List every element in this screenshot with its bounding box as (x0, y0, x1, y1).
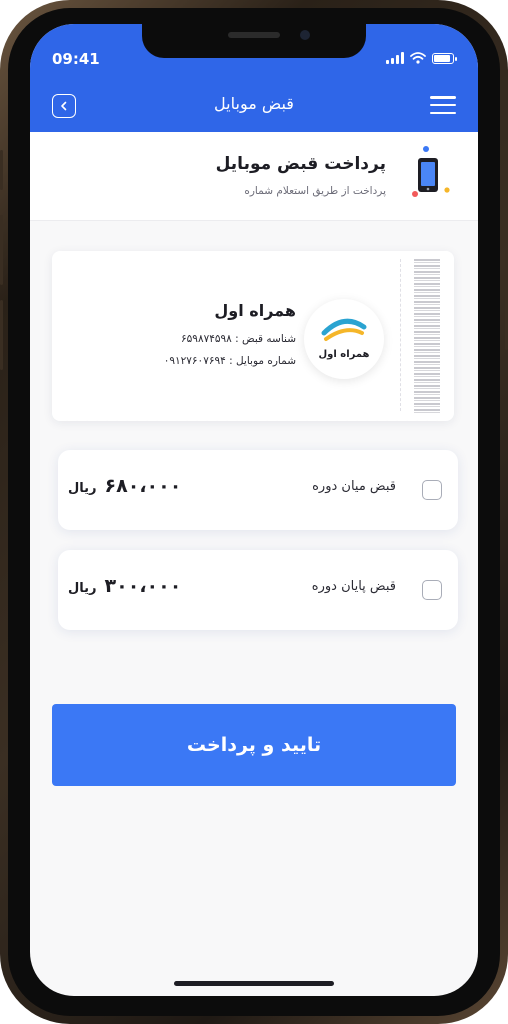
mobile-phone-icon (412, 146, 450, 197)
mobile-number-line: شماره موبایل : ۰۹۱۲۷۶۰۷۶۹۴ (163, 355, 296, 367)
wifi-icon (410, 52, 426, 64)
option-label: قبض پایان دوره (311, 579, 396, 594)
amount-value: ۳۰۰،۰۰۰ (104, 575, 182, 597)
mci-logo-text: همراه اول (319, 349, 370, 360)
hamburger-menu-button[interactable] (430, 96, 456, 114)
option-amount: ریال ۳۰۰،۰۰۰ (68, 575, 181, 597)
status-icons (386, 52, 457, 64)
battery-icon (432, 52, 457, 64)
volume-down-button (0, 300, 3, 370)
menu-line (430, 103, 456, 107)
screen: 09:41 قبض موبایل پرداخت قبض موبایل پرداخ… (30, 24, 478, 996)
mute-switch (0, 150, 3, 190)
checkbox-end-term[interactable] (422, 580, 442, 600)
menu-line (430, 96, 456, 99)
menu-line (430, 111, 456, 114)
option-end-term-bill[interactable]: قبض پایان دوره ریال ۳۰۰،۰۰۰ (58, 550, 458, 630)
currency-label: ریال (68, 481, 97, 496)
bill-id-line: شناسه قبض : ۶۵۹۸۷۴۵۹۸ (181, 333, 296, 345)
page-title: قبض موبایل (214, 94, 294, 113)
mci-logo-graphic: همراه اول (319, 318, 370, 360)
speaker-grille (228, 32, 280, 38)
signal-icon (386, 52, 404, 64)
notch (142, 24, 366, 58)
volume-up-button (0, 215, 3, 285)
currency-label: ریال (68, 581, 97, 596)
option-amount: ریال ۶۸۰،۰۰۰ (68, 475, 181, 497)
status-time: 09:41 (52, 50, 100, 68)
option-mid-term-bill[interactable]: قبض میان دوره ریال ۶۸۰،۰۰۰ (58, 450, 458, 530)
camera (300, 30, 310, 40)
service-title: پرداخت قبض موبایل (215, 154, 386, 174)
barcode (414, 259, 440, 415)
option-label: قبض میان دوره (312, 479, 396, 494)
bill-card: همراه اول شناسه قبض : ۶۵۹۸۷۴۵۹۸ شماره مو… (52, 251, 454, 421)
confirm-pay-button[interactable]: تایید و پرداخت (52, 704, 456, 786)
operator-name: همراه اول (214, 301, 296, 320)
ticket-edge (52, 417, 454, 421)
home-indicator[interactable] (174, 981, 334, 986)
checkbox-mid-term[interactable] (422, 480, 442, 500)
amount-value: ۶۸۰،۰۰۰ (104, 475, 182, 497)
service-subtitle: پرداخت از طریق استعلام شماره (244, 185, 386, 197)
perforation-line (400, 259, 401, 411)
mci-logo-icon: همراه اول (304, 299, 384, 379)
service-header: پرداخت قبض موبایل پرداخت از طریق استعلام… (30, 132, 478, 221)
